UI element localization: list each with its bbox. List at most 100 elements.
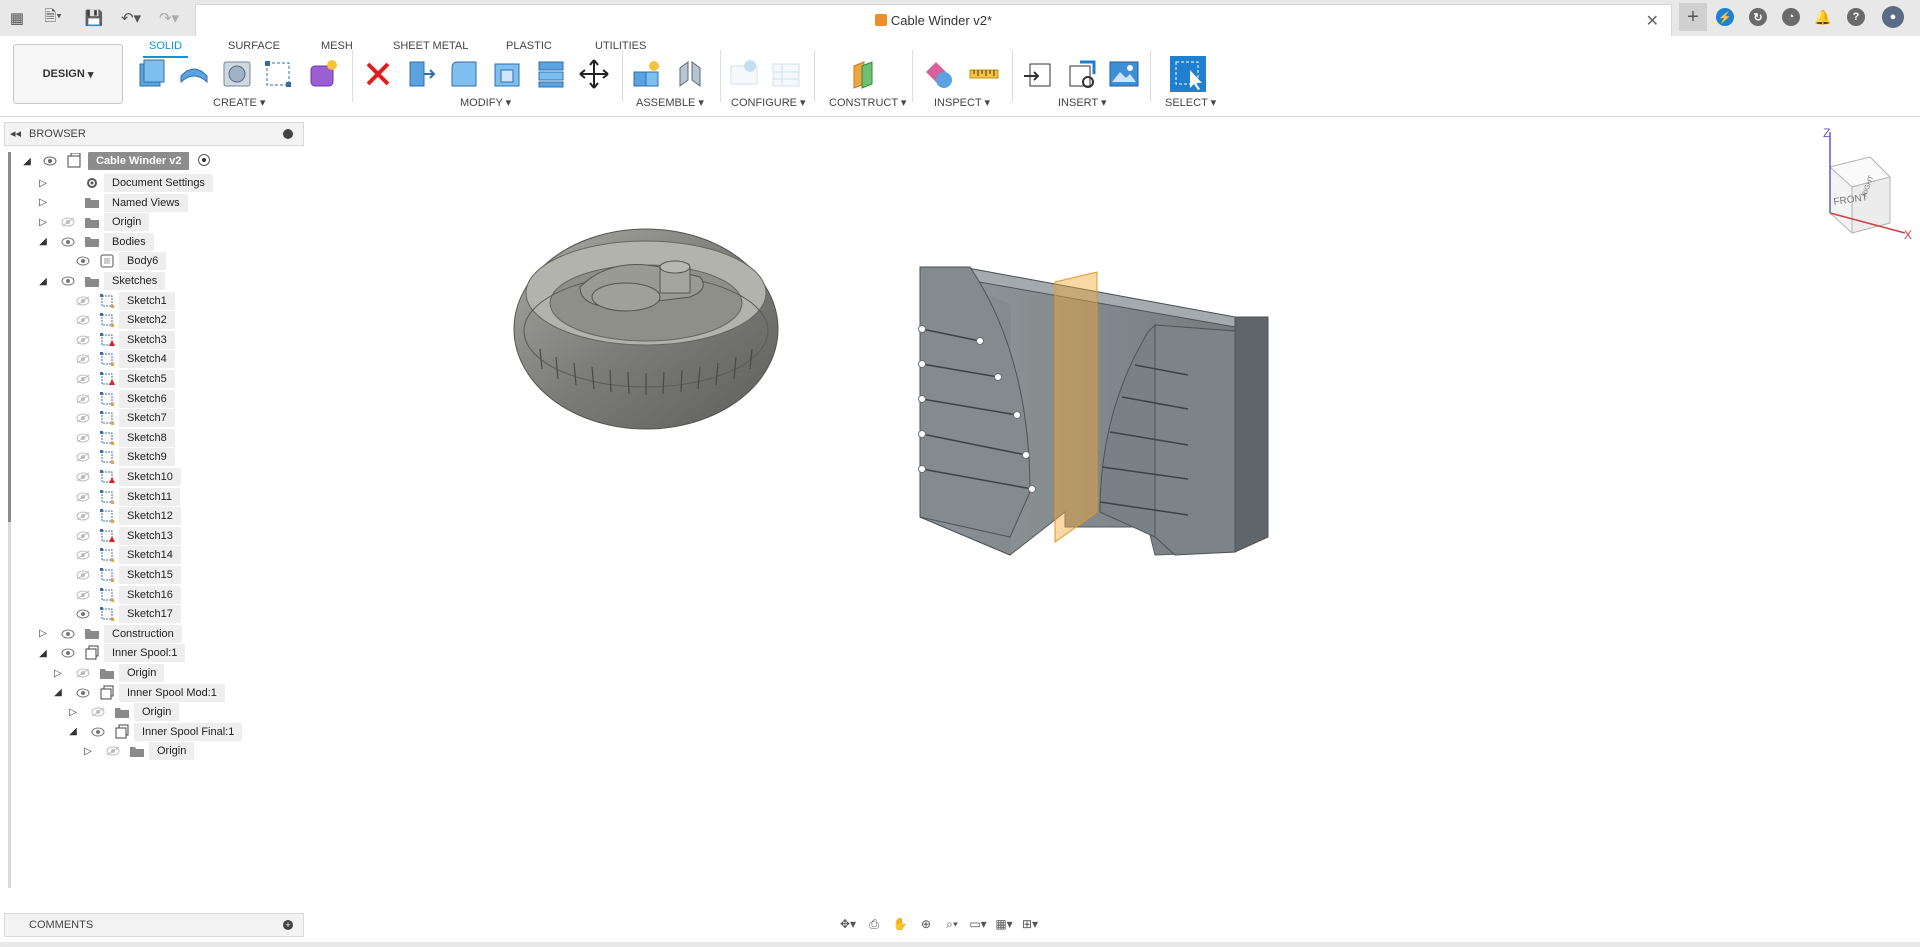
tab-solid[interactable]: SOLID bbox=[143, 36, 189, 58]
visibility-eye-icon[interactable] bbox=[75, 529, 91, 543]
visibility-eye-icon[interactable] bbox=[105, 744, 121, 758]
expand-toggle-icon[interactable]: ◢ bbox=[20, 154, 34, 168]
construction-plane[interactable] bbox=[1054, 271, 1098, 543]
save-icon[interactable]: 💾 bbox=[84, 6, 104, 30]
collapse-toggle-icon[interactable]: ◢ bbox=[36, 646, 50, 660]
combine-icon[interactable] bbox=[535, 58, 567, 90]
group-assemble[interactable]: ASSEMBLE ▾ bbox=[636, 96, 704, 109]
shell-icon[interactable] bbox=[491, 58, 523, 90]
visibility-eye-icon[interactable] bbox=[75, 686, 91, 700]
press-pull-icon[interactable] bbox=[404, 58, 436, 90]
visibility-eye-icon[interactable] bbox=[75, 254, 91, 268]
new-component-assemble-icon[interactable] bbox=[630, 58, 662, 90]
visibility-eye-icon[interactable] bbox=[60, 646, 76, 660]
group-construct[interactable]: CONSTRUCT ▾ bbox=[829, 96, 906, 109]
canvas-viewport[interactable]: Z X FRONT RIGHT bbox=[310, 117, 1920, 937]
add-comment-icon[interactable]: + bbox=[283, 920, 293, 930]
job-status-icon[interactable]: ↻ bbox=[1749, 8, 1767, 26]
cable-box-model[interactable] bbox=[918, 266, 1269, 556]
visibility-eye-icon[interactable] bbox=[75, 568, 91, 582]
move-icon[interactable] bbox=[578, 58, 610, 90]
browser-minimize-icon[interactable] bbox=[283, 129, 293, 139]
view-cube[interactable]: Z X FRONT RIGHT bbox=[1823, 126, 1912, 242]
group-configure[interactable]: CONFIGURE ▾ bbox=[731, 96, 806, 109]
tab-utilities[interactable]: UTILITIES bbox=[595, 36, 646, 56]
help-icon[interactable]: ? bbox=[1847, 8, 1865, 26]
file-menu-icon[interactable]: 🗎▾ bbox=[38, 6, 68, 30]
form-icon[interactable] bbox=[307, 58, 339, 90]
tree-node[interactable]: ▷ Origin bbox=[0, 740, 300, 762]
expand-toggle-icon[interactable]: ▷ bbox=[36, 215, 50, 229]
offset-plane-icon[interactable] bbox=[848, 58, 880, 90]
group-inspect[interactable]: INSPECT ▾ bbox=[934, 96, 990, 109]
extensions-icon[interactable]: ⚡ bbox=[1716, 8, 1734, 26]
expand-toggle-icon[interactable]: ▷ bbox=[66, 705, 80, 719]
spool-model[interactable] bbox=[513, 228, 779, 430]
collapse-toggle-icon[interactable]: ◢ bbox=[36, 274, 50, 288]
visibility-eye-icon[interactable] bbox=[75, 607, 91, 621]
undo-icon[interactable]: ↶▾ bbox=[116, 6, 146, 30]
zoom-window-icon[interactable]: ⌕▾ bbox=[942, 915, 962, 933]
look-at-icon[interactable]: ⎙ bbox=[864, 915, 884, 933]
visibility-eye-icon[interactable] bbox=[75, 450, 91, 464]
visibility-eye-icon[interactable] bbox=[75, 372, 91, 386]
activate-radio-icon[interactable] bbox=[198, 154, 210, 166]
sketch-icon[interactable] bbox=[262, 58, 294, 90]
expand-toggle-icon[interactable]: ▷ bbox=[51, 666, 65, 680]
visibility-eye-icon[interactable] bbox=[60, 235, 76, 249]
visibility-eye-icon[interactable] bbox=[75, 548, 91, 562]
visibility-eye-icon[interactable] bbox=[60, 627, 76, 641]
visibility-eye-icon[interactable] bbox=[75, 431, 91, 445]
tab-mesh[interactable]: MESH bbox=[321, 36, 353, 56]
insert-derive-icon[interactable] bbox=[1022, 58, 1054, 90]
viewports-icon[interactable]: ⊞▾ bbox=[1020, 915, 1040, 933]
new-tab-icon[interactable]: + bbox=[1679, 3, 1707, 31]
visibility-eye-icon[interactable] bbox=[75, 333, 91, 347]
expand-toggle-icon[interactable]: ▷ bbox=[36, 196, 50, 210]
close-tab-icon[interactable]: ✕ bbox=[1646, 11, 1659, 31]
visibility-eye-icon[interactable] bbox=[75, 470, 91, 484]
tab-sheet-metal[interactable]: SHEET METAL bbox=[393, 36, 468, 56]
grid-settings-icon[interactable]: ▦▾ bbox=[994, 915, 1014, 933]
visibility-eye-icon[interactable] bbox=[75, 294, 91, 308]
joint-icon[interactable] bbox=[674, 58, 706, 90]
expand-toggle-icon[interactable]: ▷ bbox=[36, 176, 50, 190]
tab-plastic[interactable]: PLASTIC bbox=[506, 36, 552, 56]
visibility-eye-icon[interactable] bbox=[90, 725, 106, 739]
document-tab[interactable]: Cable Winder v2* ✕ bbox=[195, 4, 1672, 36]
visibility-eye-icon[interactable] bbox=[60, 215, 76, 229]
interference-icon[interactable] bbox=[924, 58, 956, 90]
notifications-icon[interactable]: 🔔 bbox=[1814, 8, 1832, 26]
user-avatar-icon[interactable]: ● bbox=[1882, 6, 1904, 28]
visibility-eye-icon[interactable] bbox=[75, 490, 91, 504]
visibility-eye-icon[interactable] bbox=[42, 154, 58, 168]
comments-panel[interactable]: COMMENTS + bbox=[4, 913, 304, 937]
revolve-icon[interactable] bbox=[221, 58, 253, 90]
visibility-eye-icon[interactable] bbox=[75, 509, 91, 523]
pan-icon[interactable]: ✋ bbox=[890, 915, 910, 933]
visibility-eye-icon[interactable] bbox=[75, 352, 91, 366]
insert-image-icon[interactable] bbox=[1108, 58, 1140, 90]
configure-table-icon[interactable] bbox=[728, 58, 760, 90]
clock-icon[interactable]: ◔ bbox=[1782, 8, 1800, 26]
visibility-eye-icon[interactable] bbox=[75, 588, 91, 602]
group-create[interactable]: CREATE ▾ bbox=[213, 96, 265, 109]
visibility-eye-icon[interactable] bbox=[60, 274, 76, 288]
tab-surface[interactable]: SURFACE bbox=[228, 36, 280, 56]
visibility-eye-icon[interactable] bbox=[90, 705, 106, 719]
expand-toggle-icon[interactable]: ▷ bbox=[81, 744, 95, 758]
visibility-eye-icon[interactable] bbox=[75, 392, 91, 406]
group-select[interactable]: SELECT ▾ bbox=[1165, 96, 1216, 109]
expand-toggle-icon[interactable]: ▷ bbox=[36, 627, 50, 641]
collapse-toggle-icon[interactable]: ◢ bbox=[36, 235, 50, 249]
display-settings-icon[interactable]: ▭▾ bbox=[968, 915, 988, 933]
new-component-icon[interactable] bbox=[136, 58, 168, 90]
extrude-icon[interactable] bbox=[178, 58, 210, 90]
tree-root[interactable]: ◢ Cable Winder v2 bbox=[0, 150, 300, 172]
workspace-switcher[interactable]: DESIGN ▾ bbox=[13, 44, 123, 104]
delete-icon[interactable] bbox=[362, 58, 394, 90]
collapse-toggle-icon[interactable]: ◢ bbox=[66, 725, 80, 739]
group-modify[interactable]: MODIFY ▾ bbox=[460, 96, 511, 109]
visibility-eye-icon[interactable] bbox=[75, 411, 91, 425]
app-grid-icon[interactable]: ▦ bbox=[6, 6, 28, 30]
